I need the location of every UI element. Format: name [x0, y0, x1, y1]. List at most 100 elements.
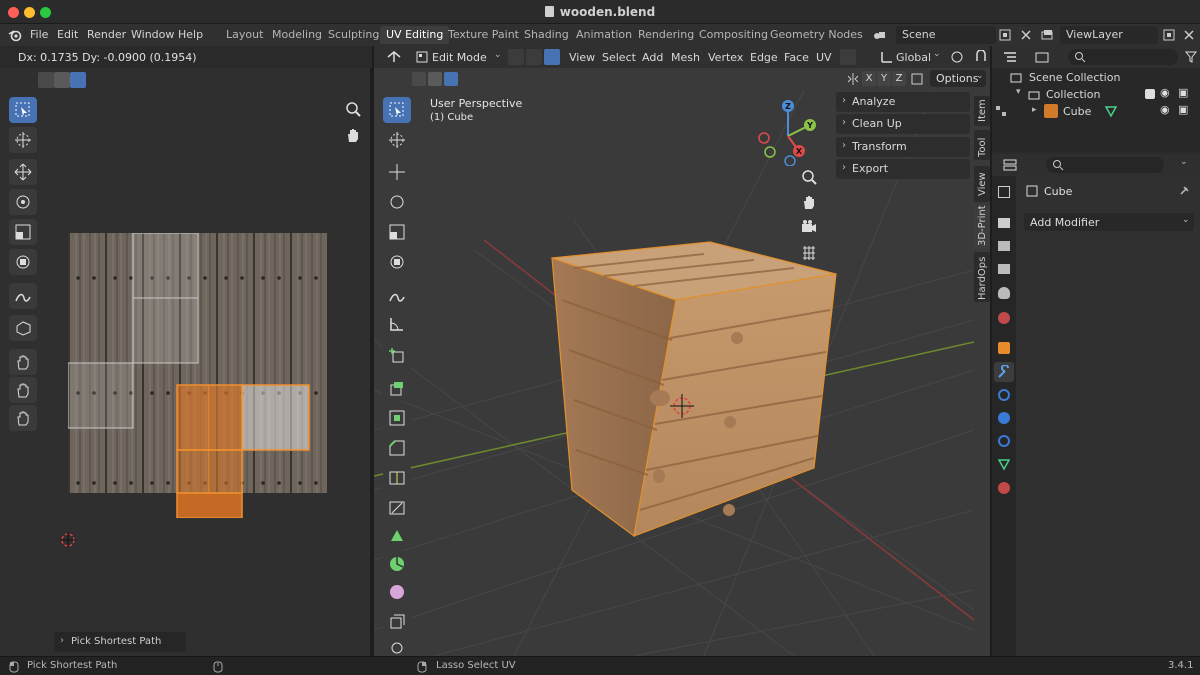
panel-clean-up[interactable]: › Clean Up — [836, 114, 970, 134]
collection-include-checkbox[interactable] — [1145, 89, 1155, 99]
bevel-tool-button[interactable] — [383, 435, 411, 461]
mirror-x-toggle[interactable]: X — [862, 71, 876, 86]
poly-build-tool-button[interactable] — [383, 523, 411, 549]
select-new-icon[interactable] — [412, 72, 426, 86]
tab-rendering[interactable]: Rendering — [632, 26, 700, 44]
add-cube-tool-button[interactable] — [383, 343, 411, 369]
transform-tool-button[interactable] — [9, 249, 37, 275]
extrude-tool-button[interactable] — [383, 375, 411, 401]
outliner-search-input[interactable] — [1068, 49, 1178, 65]
sidetab-tool[interactable]: Tool — [974, 130, 990, 160]
uv-select-mode-new-icon[interactable] — [38, 72, 54, 88]
gizmo-neg-z-axis[interactable] — [784, 155, 796, 166]
camera-view-icon[interactable] — [800, 218, 818, 236]
menu-view[interactable]: View — [569, 51, 595, 64]
menu-help[interactable]: Help — [178, 28, 203, 41]
tab-compositing[interactable]: Compositing — [693, 26, 774, 44]
scale-tool-button[interactable] — [9, 219, 37, 245]
vp-annotate-tool-button[interactable] — [383, 283, 411, 309]
panel-analyze[interactable]: › Analyze — [836, 92, 970, 112]
menu-select[interactable]: Select — [602, 51, 636, 64]
data-tab-icon[interactable] — [997, 457, 1011, 471]
outliner-scene-collection[interactable]: Scene Collection — [1029, 71, 1120, 84]
view-layer-selector[interactable]: ViewLayer — [1060, 26, 1158, 44]
vp-move-tool-button[interactable] — [383, 159, 411, 185]
panel-export[interactable]: › Export — [836, 159, 970, 179]
3d-viewport[interactable]: Edit Mode ⌄ View Select Add Mesh Vertex … — [374, 46, 990, 656]
blender-logo-icon[interactable] — [8, 28, 22, 42]
collection-visibility-eye-icon[interactable]: ◉ — [1160, 86, 1170, 99]
face-select-mode-icon[interactable] — [544, 49, 560, 65]
tab-uv-editing[interactable]: UV Editing — [380, 26, 450, 44]
spin-tool-button[interactable] — [383, 551, 411, 577]
delete-scene-icon[interactable] — [1019, 28, 1033, 42]
tab-layout[interactable]: Layout — [220, 26, 269, 44]
sidetab-hardops[interactable]: HardOps — [974, 252, 990, 302]
move-tool-button[interactable] — [9, 159, 37, 185]
cursor-tool-button[interactable] — [9, 127, 37, 153]
menu-vertex[interactable]: Vertex — [708, 51, 743, 64]
edge-select-mode-icon[interactable] — [526, 49, 542, 65]
loop-cut-tool-button[interactable] — [383, 465, 411, 491]
uv-select-mode-extend-icon[interactable] — [54, 72, 70, 88]
menu-add[interactable]: Add — [642, 51, 663, 64]
physics-tab-icon[interactable] — [998, 412, 1010, 424]
menu-face[interactable]: Face — [784, 51, 809, 64]
constraints-tab-icon[interactable] — [998, 435, 1010, 447]
new-scene-icon[interactable] — [998, 28, 1012, 42]
tab-geometry-nodes[interactable]: Geometry Nodes — [764, 26, 869, 44]
collection-render-camera-icon[interactable]: ▣ — [1178, 86, 1188, 99]
collapse-triangle-icon[interactable]: ▾ — [1016, 87, 1021, 97]
mesh-symmetry-icon[interactable] — [910, 72, 924, 86]
editor-type-icon[interactable] — [386, 50, 402, 64]
rotate-tool-button[interactable] — [9, 189, 37, 215]
grab-tool-button[interactable] — [9, 349, 37, 375]
gizmo-neg-y-axis[interactable] — [764, 146, 776, 158]
edge-slide-tool-button[interactable] — [383, 609, 411, 635]
mirror-z-toggle[interactable]: Z — [892, 71, 906, 86]
cube-render-camera-icon[interactable]: ▣ — [1178, 103, 1188, 116]
outliner-filter-toggle-icon[interactable] — [994, 104, 1008, 118]
select-extend-icon[interactable] — [428, 72, 442, 86]
shrink-fatten-tool-button[interactable] — [383, 637, 411, 656]
orientation-label[interactable]: Global — [896, 51, 931, 64]
mesh-data-icon[interactable] — [1104, 104, 1118, 118]
menu-edge[interactable]: Edge — [750, 51, 778, 64]
vp-zoom-icon[interactable] — [800, 168, 818, 186]
relax-tool-button[interactable] — [9, 377, 37, 403]
menu-file[interactable]: File — [30, 28, 48, 41]
knife-tool-button[interactable] — [383, 495, 411, 521]
vertex-select-mode-icon[interactable] — [508, 49, 524, 65]
outliner-collection[interactable]: Collection — [1046, 88, 1100, 101]
snap-icon[interactable] — [974, 50, 988, 64]
pivot-point-icon[interactable] — [950, 50, 964, 64]
add-modifier-dropdown[interactable]: Add Modifier ⌄ — [1024, 213, 1194, 231]
tab-shading[interactable]: Shading — [518, 26, 575, 44]
ortho-toggle-icon[interactable] — [800, 244, 818, 262]
pin-icon[interactable] — [1178, 185, 1190, 197]
vp-pan-icon[interactable] — [800, 193, 818, 211]
tab-texture-paint[interactable]: Texture Paint — [442, 26, 525, 44]
tab-animation[interactable]: Animation — [570, 26, 638, 44]
filter-icon[interactable] — [1184, 50, 1198, 64]
select-subtract-icon[interactable] — [444, 72, 458, 86]
smooth-tool-button[interactable] — [383, 579, 411, 605]
view-layer-tab-icon[interactable] — [998, 264, 1010, 274]
panel-transform[interactable]: › Transform — [836, 137, 970, 157]
inset-tool-button[interactable] — [383, 405, 411, 431]
sidetab-view[interactable]: View — [974, 166, 990, 202]
properties-options-chevron-icon[interactable]: ⌄ — [1180, 157, 1188, 167]
menu-render[interactable]: Render — [87, 28, 126, 41]
rip-tool-button[interactable] — [9, 315, 37, 341]
scene-selector[interactable]: Scene — [896, 26, 996, 44]
vp-select-box-tool-button[interactable] — [383, 97, 411, 123]
output-tab-icon[interactable] — [998, 241, 1010, 251]
uv-texture-image[interactable] — [68, 233, 327, 518]
uv-zoom-icon[interactable] — [344, 100, 362, 118]
new-view-layer-icon[interactable] — [1162, 28, 1176, 42]
uv-pan-icon[interactable] — [344, 126, 362, 144]
menu-window[interactable]: Window — [131, 28, 174, 41]
sidetab-3d-print[interactable]: 3D-Print — [974, 205, 990, 248]
world-tab-icon[interactable] — [998, 312, 1010, 324]
render-tab-icon[interactable] — [998, 218, 1010, 228]
